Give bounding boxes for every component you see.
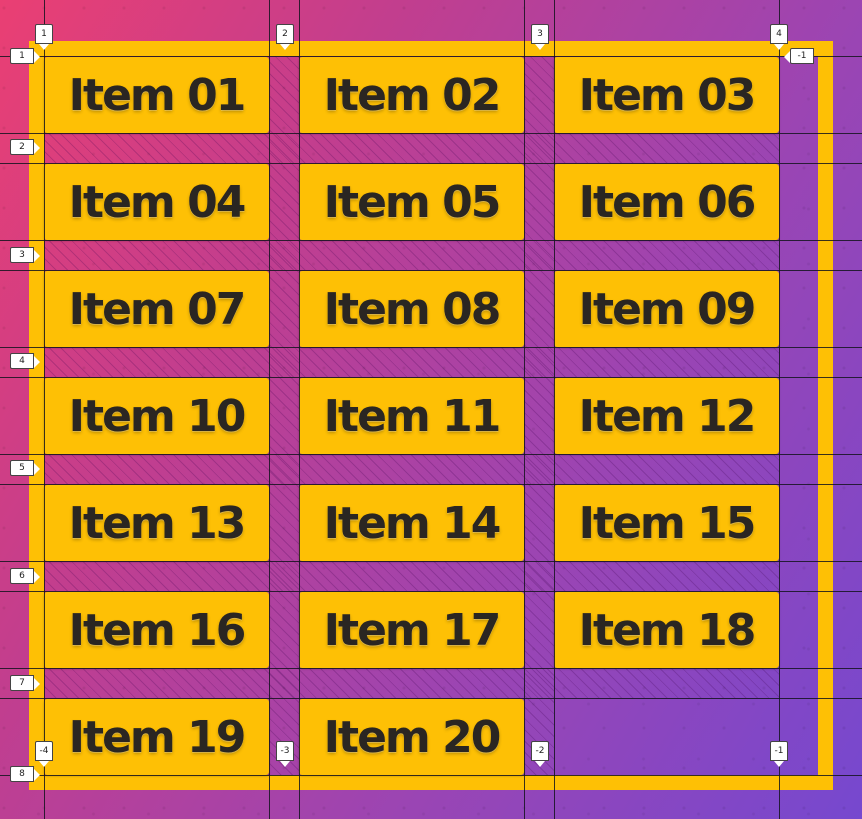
column-line-badge-negative: -1 [770,741,788,767]
column-line-badge-negative: -3 [276,741,294,767]
grid-line-horizontal [0,133,862,134]
row-line-badge-negative: -1 [784,48,814,64]
grid-item[interactable]: Item 03 [554,57,779,133]
row-line-badge: 1 [10,48,40,64]
grid-line-vertical [269,0,270,819]
grid-line-horizontal [0,454,862,455]
grid-item[interactable]: Item 07 [44,271,269,347]
grid-item[interactable]: Item 01 [44,57,269,133]
grid-item[interactable]: Item 20 [299,699,524,775]
grid-item[interactable]: Item 08 [299,271,524,347]
grid-line-vertical [779,0,780,819]
grid-item[interactable]: Item 17 [299,592,524,668]
grid-line-horizontal [0,591,862,592]
grid-line-vertical [524,0,525,819]
column-line-badge: 1 [35,24,53,50]
grid-item[interactable]: Item 09 [554,271,779,347]
grid-item[interactable]: Item 18 [554,592,779,668]
row-line-badge: 4 [10,353,40,369]
grid-line-vertical [44,0,45,819]
grid-item[interactable]: Item 15 [554,485,779,561]
grid-line-horizontal [0,56,862,57]
grid-item[interactable]: Item 05 [299,164,524,240]
column-line-badge-negative: -2 [531,741,549,767]
grid-line-horizontal [0,377,862,378]
column-line-badge-negative: -4 [35,741,53,767]
column-line-badge: 4 [770,24,788,50]
row-gap [44,240,779,270]
row-gap [44,454,779,484]
grid-line-horizontal [0,698,862,699]
column-line-badge: 3 [531,24,549,50]
row-line-badge: 8 [10,766,40,782]
grid-line-horizontal [0,270,862,271]
grid-item[interactable]: Item 14 [299,485,524,561]
grid-item[interactable]: Item 06 [554,164,779,240]
column-line-badge: 2 [276,24,294,50]
grid-line-vertical [299,0,300,819]
grid-item[interactable]: Item 12 [554,378,779,454]
row-line-badge: 2 [10,139,40,155]
row-line-badge: 5 [10,460,40,476]
grid-line-vertical [554,0,555,819]
grid-line-horizontal [0,240,862,241]
row-line-badge: 6 [10,568,40,584]
row-gap [44,561,779,591]
grid-item[interactable]: Item 10 [44,378,269,454]
grid-line-horizontal [0,775,862,776]
row-line-badge: 7 [10,675,40,691]
row-gap [44,133,779,163]
grid-line-horizontal [0,163,862,164]
row-gap [44,668,779,698]
grid-item[interactable]: Item 13 [44,485,269,561]
row-gap [44,347,779,377]
grid-item[interactable]: Item 16 [44,592,269,668]
grid-item[interactable]: Item 11 [299,378,524,454]
row-line-badge: 3 [10,247,40,263]
grid-line-horizontal [0,561,862,562]
grid-item[interactable]: Item 04 [44,164,269,240]
grid-line-horizontal [0,484,862,485]
grid-line-horizontal [0,668,862,669]
grid-item[interactable]: Item 19 [44,699,269,775]
grid-line-horizontal [0,347,862,348]
grid-item[interactable]: Item 02 [299,57,524,133]
